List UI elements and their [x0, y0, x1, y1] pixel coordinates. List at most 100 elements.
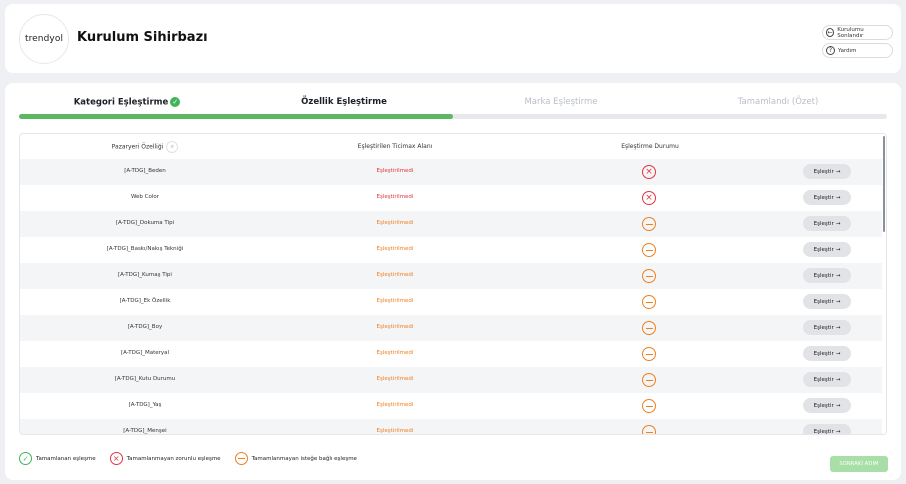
legend-done-label: Tamamlanan eşleşme: [36, 455, 96, 462]
mapped-field-value: Eşleştirilmedi: [376, 402, 414, 408]
scrollbar-thumb[interactable]: [883, 136, 885, 232]
step-brand-mapping[interactable]: Marka Eşleştirme: [451, 97, 671, 107]
attribute-name: Web Color: [130, 194, 160, 200]
arrow-left-icon: ←: [826, 28, 835, 37]
map-button[interactable]: Eşleştir →: [803, 164, 851, 179]
wizard-panel: Kategori Eşleştirme ✓ Özellik Eşleştirme …: [5, 83, 901, 480]
legend-done: ✓ Tamamlanan eşleşme: [19, 452, 96, 465]
attribute-name: [A-TDG]_Yaş: [128, 402, 162, 408]
step-label: Marka Eşleştirme: [524, 97, 598, 107]
table-row: [A-TDG]_Dokuma Tipi Eşleştirilmedi Eşleşti…: [20, 211, 882, 237]
map-button-label: Eşleştir: [813, 298, 834, 305]
header-mapping-status: Eşleştirme Durumu: [621, 143, 679, 150]
map-button-label: Eşleştir: [813, 324, 834, 331]
header-attribute-label: Pazaryeri Özelliği: [111, 143, 164, 151]
map-button[interactable]: Eşleştir →: [803, 424, 851, 435]
next-step-button[interactable]: SONRAKİ ADIM: [830, 456, 888, 472]
exit-setup-button[interactable]: ← Kurulumu Sonlandır: [822, 25, 893, 40]
app-header: trendyol Kurulum Sihirbazı ← Kurulumu So…: [5, 4, 901, 73]
table-row: [A-TDG]_Beden Eşleştirilmedi × Eşleştir →: [20, 159, 882, 185]
minus-circle-icon: [234, 452, 248, 465]
attribute-name: [A-TDG]_Materyal: [120, 350, 170, 356]
table-row: [A-TDG]_Kumaş Tipi Eşleştirilmedi Eşleştir…: [20, 263, 882, 289]
table-row: [A-TDG]_Baskı/Nakış Tekniği Eşleştirilmed…: [20, 237, 882, 263]
map-button[interactable]: Eşleştir →: [803, 294, 851, 309]
minus-circle-icon: [642, 217, 656, 231]
exit-setup-label: Kurulumu Sonlandır: [837, 26, 864, 39]
attribute-name: [A-TDG]_Kumaş Tipi: [118, 272, 172, 278]
x-circle-icon: ×: [109, 452, 123, 465]
logo-text: trendyol: [24, 34, 64, 44]
minus-circle-icon: [642, 373, 656, 387]
attribute-name: [A-TDG]_Dokuma Tipi: [115, 220, 175, 226]
wizard-progress-bar: [19, 114, 887, 119]
mapped-field-value: Eşleştirilmedi: [376, 350, 414, 356]
table-header: Pazaryeri Özelliği ⌕ Eşleştirilen Ticimax…: [20, 134, 886, 159]
legend-required-label: Tamamlanmayan zorunlu eşleşme: [126, 455, 221, 462]
trendyol-logo: trendyol: [19, 14, 69, 64]
map-button[interactable]: Eşleştir →: [803, 372, 851, 387]
minus-circle-icon: [642, 399, 656, 413]
map-button[interactable]: Eşleştir →: [803, 268, 851, 283]
minus-circle-icon: [642, 269, 656, 283]
arrow-right-icon: →: [835, 246, 841, 253]
step-attribute-mapping[interactable]: Özellik Eşleştirme: [234, 97, 454, 107]
arrow-right-icon: →: [835, 402, 841, 409]
map-button[interactable]: Eşleştir →: [803, 320, 851, 335]
minus-circle-icon: [642, 425, 656, 434]
arrow-right-icon: →: [835, 272, 841, 279]
search-icon[interactable]: ⌕: [166, 141, 179, 153]
attribute-name: [A-TDG]_Menşei: [123, 428, 167, 434]
table-row: Web Color Eşleştirilmedi × Eşleştir →: [20, 185, 882, 211]
minus-circle-icon: [642, 243, 656, 257]
mapped-field-value: Eşleştirilmedi: [376, 194, 414, 200]
x-circle-icon: ×: [642, 165, 656, 179]
table-row: [A-TDG]_Yaş Eşleştirilmedi Eşleştir →: [20, 393, 882, 419]
map-button[interactable]: Eşleştir →: [803, 190, 851, 205]
minus-circle-icon: [642, 347, 656, 361]
legend-optional-label: Tamamlanmayan isteğe bağlı eşleşme: [251, 455, 357, 462]
question-icon: ?: [826, 46, 835, 55]
table-scrollbar[interactable]: [882, 134, 886, 434]
minus-circle-icon: [642, 321, 656, 335]
map-button-label: Eşleştir: [813, 428, 834, 435]
mapped-field-value: Eşleştirilmedi: [376, 168, 414, 174]
map-button[interactable]: Eşleştir →: [803, 346, 851, 361]
help-button[interactable]: ? Yardım: [822, 43, 893, 58]
attribute-name: [A-TDG]_Ek Özellik: [119, 298, 171, 304]
check-icon: ✓: [170, 97, 181, 107]
arrow-right-icon: →: [835, 350, 841, 357]
table-row: [A-TDG]_Boy Eşleştirilmedi Eşleştir →: [20, 315, 882, 341]
arrow-right-icon: →: [835, 376, 841, 383]
map-button-label: Eşleştir: [813, 402, 834, 409]
map-button-label: Eşleştir: [813, 220, 834, 227]
step-label: Kategori Eşleştirme: [73, 97, 169, 108]
step-label: Tamamlandı (Özet): [737, 97, 819, 107]
mapped-field-value: Eşleştirilmedi: [376, 324, 414, 330]
table-row: [A-TDG]_Materyal Eşleştirilmedi Eşleştir →: [20, 341, 882, 367]
legend-optional: Tamamlanmayan isteğe bağlı eşleşme: [234, 452, 357, 465]
arrow-right-icon: →: [835, 428, 841, 435]
table-row: [A-TDG]_Kutu Durumu Eşleştirilmedi Eşleşti…: [20, 367, 882, 393]
attribute-name: [A-TDG]_Beden: [124, 168, 166, 174]
step-category-mapping[interactable]: Kategori Eşleştirme ✓: [17, 97, 237, 108]
step-summary[interactable]: Tamamlandı (Özet): [668, 97, 888, 107]
help-label: Yardım: [838, 47, 857, 54]
mapped-field-value: Eşleştirilmedi: [376, 220, 414, 226]
header-attribute: Pazaryeri Özelliği ⌕: [20, 141, 270, 153]
progress-fill: [19, 114, 453, 119]
mapped-field-value: Eşleştirilmedi: [376, 298, 414, 304]
map-button[interactable]: Eşleştir →: [803, 242, 851, 257]
map-button[interactable]: Eşleştir →: [803, 398, 851, 413]
arrow-right-icon: →: [835, 194, 841, 201]
map-button-label: Eşleştir: [813, 272, 834, 279]
map-button-label: Eşleştir: [813, 350, 834, 357]
map-button-label: Eşleştir: [813, 376, 834, 383]
arrow-right-icon: →: [835, 324, 841, 331]
map-button[interactable]: Eşleştir →: [803, 216, 851, 231]
mapped-field-value: Eşleştirilmedi: [376, 246, 414, 252]
table-row: [A-TDG]_Ek Özellik Eşleştirilmedi Eşleştir…: [20, 289, 882, 315]
map-button-label: Eşleştir: [813, 168, 834, 175]
legend-required: × Tamamlanmayan zorunlu eşleşme: [109, 452, 221, 465]
map-button-label: Eşleştir: [813, 246, 834, 253]
